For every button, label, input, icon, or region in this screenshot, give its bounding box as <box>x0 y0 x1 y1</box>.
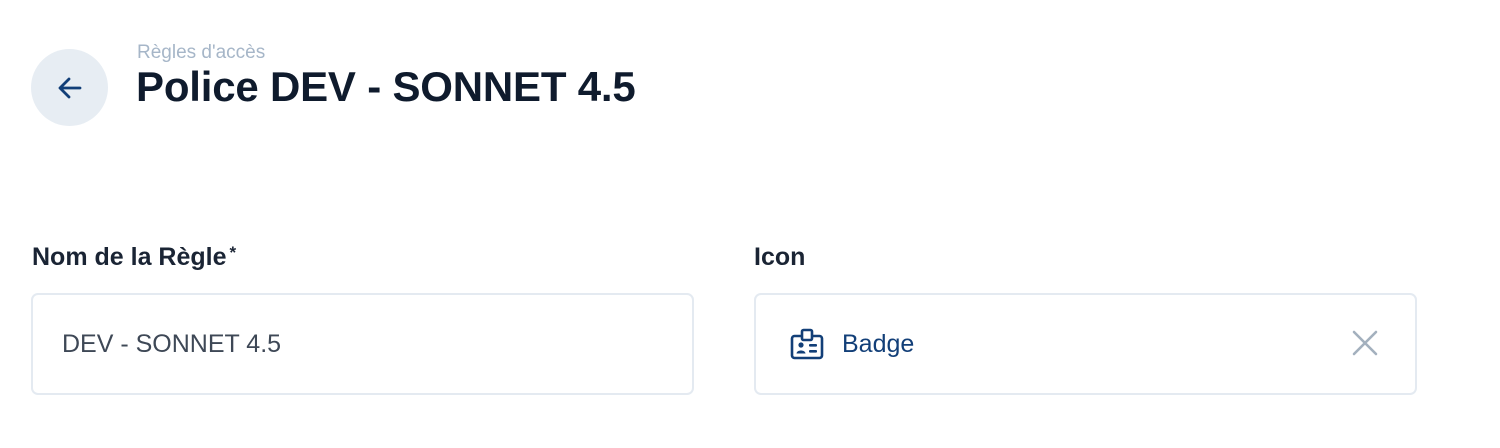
page-title: Police DEV - SONNET 4.5 <box>136 63 636 110</box>
rule-name-field <box>31 293 694 395</box>
arrow-left-icon <box>54 72 86 104</box>
back-button[interactable] <box>31 49 108 126</box>
rule-name-label: Nom de la Règle * <box>32 242 236 272</box>
clear-icon-button[interactable] <box>1349 328 1381 360</box>
rule-name-label-text: Nom de la Règle <box>32 243 227 271</box>
breadcrumb[interactable]: Règles d'accès <box>137 42 265 64</box>
required-marker: * <box>229 243 237 262</box>
rule-name-input[interactable] <box>33 295 692 393</box>
icon-label: Icon <box>754 243 806 271</box>
close-icon <box>1351 329 1379 360</box>
icon-select[interactable]: Badge <box>754 293 1417 395</box>
icon-select-value: Badge <box>842 329 915 358</box>
badge-icon <box>789 326 825 362</box>
